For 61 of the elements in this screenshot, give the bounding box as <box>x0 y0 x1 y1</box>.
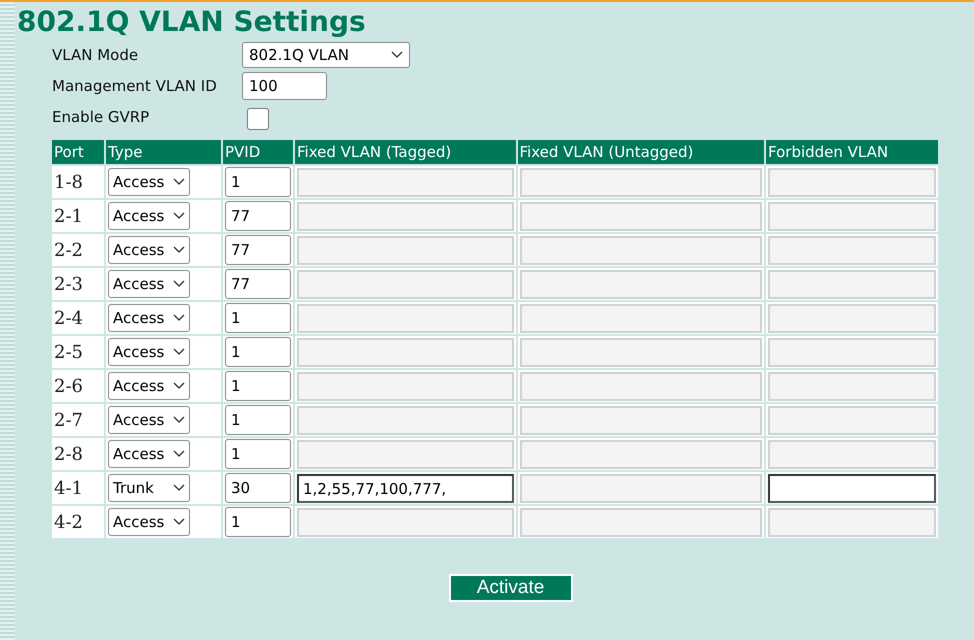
field-label: Management VLAN ID <box>52 77 218 95</box>
pvid-field[interactable]: 1 <box>225 371 291 401</box>
chevron-down-icon <box>173 314 185 322</box>
port-type-dropdown[interactable]: Access <box>108 270 190 298</box>
port-type-dropdown[interactable]: Access <box>108 236 190 264</box>
activate-button[interactable]: Activate <box>448 574 572 602</box>
chevron-down-icon <box>173 416 185 424</box>
page-title: 802.1Q VLAN Settings <box>17 4 367 40</box>
port-cell: 2-7 <box>52 404 104 436</box>
pvid-field[interactable]: 77 <box>225 269 291 299</box>
port-cell: 2-3 <box>52 268 104 300</box>
port-type-dropdown[interactable]: Access <box>108 508 190 536</box>
port-cell: 2-4 <box>52 302 104 334</box>
column-header: Forbidden VLAN <box>766 140 938 164</box>
chevron-down-icon <box>173 484 185 492</box>
pvid-field[interactable]: 1 <box>225 507 291 537</box>
port-cell: 2-1 <box>52 200 104 232</box>
column-header: PVID <box>223 140 293 164</box>
port-cell: 2-6 <box>52 370 104 402</box>
port-cell: 2-5 <box>52 336 104 368</box>
chevron-down-icon <box>173 518 185 526</box>
port-cell: 1-8 <box>52 166 104 198</box>
port-cell: 4-2 <box>52 506 104 538</box>
pvid-field[interactable]: 1 <box>225 167 291 197</box>
pvid-field[interactable]: 77 <box>225 235 291 265</box>
port-type-dropdown[interactable]: Access <box>108 406 190 434</box>
chevron-down-icon <box>173 348 185 356</box>
chevron-down-icon <box>391 51 403 59</box>
tagged-vlan-field[interactable]: 1,2,55,77,100,777, <box>297 474 514 502</box>
chevron-down-icon <box>173 178 185 186</box>
gvrp-checkbox[interactable] <box>247 108 269 130</box>
field-label: VLAN Mode <box>52 46 140 64</box>
vlan-mode-dropdown[interactable]: 802.1Q VLAN <box>242 42 410 68</box>
column-header: Fixed VLAN (Tagged) <box>295 140 516 164</box>
port-type-dropdown[interactable]: Access <box>108 338 190 366</box>
port-type-dropdown[interactable]: Trunk <box>108 474 190 502</box>
port-type-dropdown[interactable]: Access <box>108 372 190 400</box>
pvid-field[interactable]: 30 <box>225 473 291 503</box>
chevron-down-icon <box>173 382 185 390</box>
pvid-field[interactable]: 1 <box>225 337 291 367</box>
pvid-field[interactable]: 1 <box>225 439 291 469</box>
chevron-down-icon <box>173 450 185 458</box>
port-cell: 4-1 <box>52 472 104 504</box>
port-type-dropdown[interactable]: Access <box>108 440 190 468</box>
management-vlan-id-field[interactable]: 100 <box>242 72 327 100</box>
chevron-down-icon <box>173 246 185 254</box>
forbidden-vlan-field[interactable] <box>768 474 936 502</box>
pvid-field[interactable]: 1 <box>225 303 291 333</box>
column-header: Fixed VLAN (Untagged) <box>518 140 764 164</box>
port-type-dropdown[interactable]: Access <box>108 168 190 196</box>
column-header: Type <box>106 140 221 164</box>
port-cell: 2-2 <box>52 234 104 266</box>
pvid-field[interactable]: 1 <box>225 405 291 435</box>
chevron-down-icon <box>173 212 185 220</box>
port-type-dropdown[interactable]: Access <box>108 304 190 332</box>
pvid-field[interactable]: 77 <box>225 201 291 231</box>
port-type-dropdown[interactable]: Access <box>108 202 190 230</box>
chevron-down-icon <box>173 280 185 288</box>
port-cell: 2-8 <box>52 438 104 470</box>
field-label: Enable GVRP <box>52 108 150 126</box>
column-header: Port <box>52 140 104 164</box>
